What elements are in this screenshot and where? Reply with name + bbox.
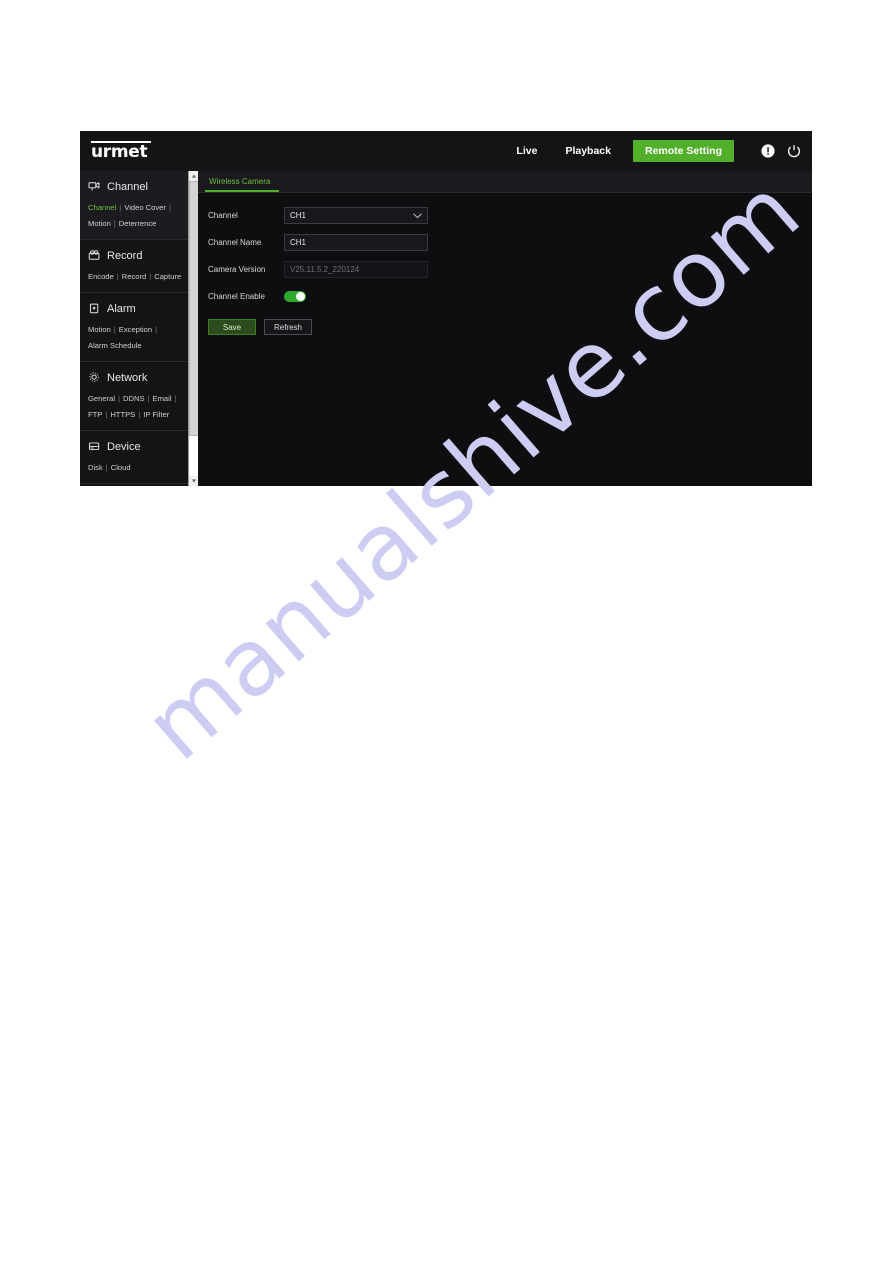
sidebar-link-ftp[interactable]: FTP — [88, 410, 102, 419]
power-icon[interactable] — [786, 143, 802, 159]
camera-version-input: V25.11.5.2_220124 — [284, 261, 428, 278]
header-bar: urmet Live Playback Remote Setting — [80, 131, 812, 171]
link-separator: | — [116, 272, 119, 281]
sidebar-link-https[interactable]: HTTPS — [110, 410, 135, 419]
logo-text: urmet — [91, 142, 148, 162]
nvr-web-ui-window: urmet Live Playback Remote Setting Chann… — [80, 131, 812, 486]
sidebar-link-email[interactable]: Email — [153, 394, 172, 403]
link-separator: | — [119, 203, 122, 212]
label-channel: Channel — [208, 211, 238, 220]
sidebar-group-channel-title: Channel — [107, 180, 148, 193]
channel-name-value: CH1 — [290, 238, 307, 247]
sidebar-group-network-header[interactable]: Network — [80, 368, 190, 388]
channel-name-input[interactable]: CH1 — [284, 234, 428, 251]
sidebar-group-device-title: Device — [107, 440, 141, 453]
sidebar-group-alarm[interactable]: Alarm Motion | Exception | Alarm Schedule — [80, 293, 190, 362]
link-separator: | — [105, 463, 108, 472]
info-icon[interactable] — [760, 143, 776, 159]
body-split: Channel Channel | Video Cover | Motion | Dete… — [80, 171, 812, 486]
link-separator: | — [168, 203, 171, 212]
nav-item-playback[interactable]: Playback — [551, 131, 625, 171]
link-separator: | — [149, 272, 152, 281]
nav-item-remote-setting[interactable]: Remote Setting — [632, 140, 734, 162]
camera-icon — [88, 182, 100, 191]
record-icon — [88, 250, 100, 260]
refresh-button[interactable]: Refresh — [264, 319, 312, 335]
sidebar-group-alarm-links: Motion | Exception | Alarm Schedule — [80, 319, 190, 353]
sidebar-link-video-cover[interactable]: Video Cover — [124, 203, 166, 212]
sidebar-link-ddns[interactable]: DDNS — [123, 394, 145, 403]
sidebar-link-net-general[interactable]: General — [88, 394, 115, 403]
link-separator: | — [174, 394, 177, 403]
content-panel: Wireless Camera Channel CH1 Channel Name — [198, 171, 812, 486]
urmet-logo: urmet — [91, 141, 153, 161]
sidebar: Channel Channel | Video Cover | Motion | Dete… — [80, 171, 199, 486]
tab-bar: Wireless Camera — [198, 171, 812, 193]
sidebar-group-record-links: Encode | Record | Capture — [80, 266, 190, 284]
sidebar-scrollbar[interactable] — [188, 171, 199, 486]
sidebar-link-exception[interactable]: Exception — [119, 325, 152, 334]
sidebar-group-network-links: General | DDNS | Email | FTP | HTTPS | IP Filter — [80, 388, 190, 422]
channel-select-value: CH1 — [290, 211, 307, 220]
link-separator: | — [155, 325, 158, 334]
channel-select[interactable]: CH1 — [284, 207, 428, 224]
sidebar-link-motion[interactable]: Motion — [88, 219, 111, 228]
field-row-channel: Channel CH1 — [208, 207, 812, 224]
sidebar-link-channel[interactable]: Channel — [88, 203, 116, 212]
sidebar-group-record-title: Record — [107, 249, 143, 262]
sidebar-group-alarm-header[interactable]: Alarm — [80, 299, 190, 319]
link-separator: | — [147, 394, 150, 403]
sidebar-link-ip-filter[interactable]: IP Filter — [143, 410, 169, 419]
sidebar-group-device-links: Disk | Cloud — [80, 457, 190, 475]
tab-wireless-camera[interactable]: Wireless Camera — [205, 177, 280, 192]
chevron-down-icon — [413, 212, 422, 218]
label-camera-version: Camera Version — [208, 265, 266, 274]
sidebar-link-alarm-schedule[interactable]: Alarm Schedule — [88, 341, 142, 350]
sidebar-group-network[interactable]: Network General | DDNS | Email | FTP | HTTPS | IP… — [80, 362, 190, 431]
field-row-camera-version: Camera Version V25.11.5.2_220124 — [208, 261, 812, 278]
save-button[interactable]: Save — [208, 319, 256, 335]
sidebar-link-deterrence[interactable]: Deterrence — [119, 219, 157, 228]
field-row-channel-enable: Channel Enable — [208, 288, 812, 305]
sidebar-scroll-viewport: Channel Channel | Video Cover | Motion | Dete… — [80, 171, 190, 486]
link-separator: | — [113, 325, 116, 334]
sidebar-link-alarm-motion[interactable]: Motion — [88, 325, 111, 334]
link-separator: | — [138, 410, 141, 419]
label-channel-enable: Channel Enable — [208, 292, 265, 301]
disk-icon — [88, 442, 100, 450]
sidebar-group-channel-links: Channel | Video Cover | Motion | Deterrence — [80, 197, 190, 231]
field-row-channel-name: Channel Name CH1 — [208, 234, 812, 251]
sidebar-link-encode[interactable]: Encode — [88, 272, 114, 281]
link-separator: | — [118, 394, 121, 403]
sidebar-group-device-header[interactable]: Device — [80, 437, 190, 457]
label-channel-name: Channel Name — [208, 238, 262, 247]
sidebar-link-cloud[interactable]: Cloud — [111, 463, 131, 472]
sidebar-link-disk[interactable]: Disk — [88, 463, 103, 472]
sidebar-group-record-header[interactable]: Record — [80, 246, 190, 266]
sidebar-link-record[interactable]: Record — [122, 272, 146, 281]
sidebar-group-device[interactable]: Device Disk | Cloud — [80, 431, 190, 484]
sidebar-group-alarm-title: Alarm — [107, 302, 136, 315]
camera-version-value: V25.11.5.2_220124 — [290, 265, 360, 274]
sidebar-link-capture[interactable]: Capture — [154, 272, 181, 281]
sidebar-group-channel-header[interactable]: Channel — [80, 177, 190, 197]
form-actions: Save Refresh — [208, 319, 812, 335]
network-icon — [89, 372, 99, 382]
alarm-icon — [89, 303, 99, 314]
sidebar-group-channel[interactable]: Channel Channel | Video Cover | Motion | Dete… — [80, 171, 190, 240]
sidebar-group-record[interactable]: Record Encode | Record | Capture — [80, 240, 190, 293]
link-separator: | — [113, 219, 116, 228]
link-separator: | — [105, 410, 108, 419]
wireless-camera-form: Channel CH1 Channel Name CH1 Camera Vers… — [198, 193, 812, 335]
sidebar-group-network-title: Network — [107, 371, 148, 384]
toggle-knob — [296, 292, 305, 301]
channel-enable-toggle[interactable] — [284, 291, 306, 302]
main-nav: Live Playback Remote Setting — [502, 131, 812, 171]
nav-item-live[interactable]: Live — [502, 131, 551, 171]
sidebar-group-system[interactable]: System General|Multi-User| — [80, 484, 190, 486]
